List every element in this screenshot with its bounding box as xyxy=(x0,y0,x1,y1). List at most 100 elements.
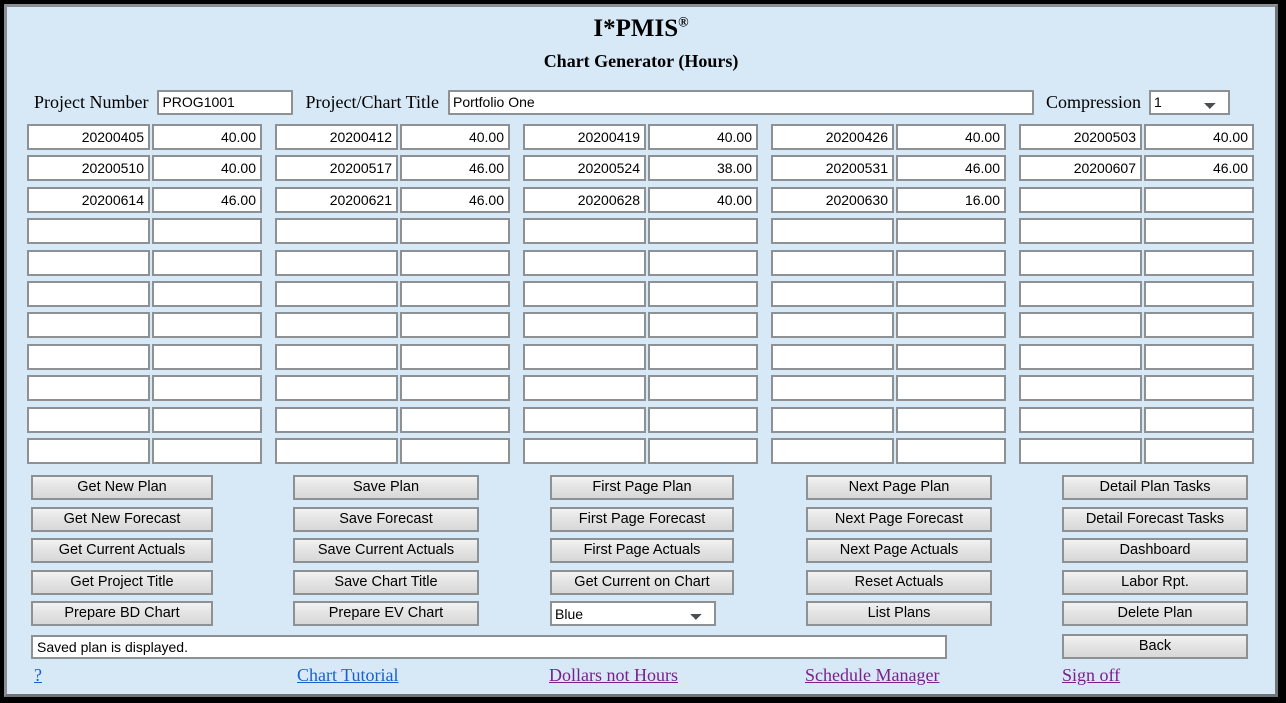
grid-date-cell[interactable] xyxy=(523,249,646,276)
grid-date-cell[interactable] xyxy=(275,186,398,213)
grid-hours-cell[interactable] xyxy=(152,249,262,276)
save-chart-title-button[interactable]: Save Chart Title xyxy=(293,569,479,595)
grid-date-cell[interactable] xyxy=(27,186,150,213)
grid-hours-cell[interactable] xyxy=(896,124,1006,150)
grid-date-cell[interactable] xyxy=(523,124,646,150)
chart-tutorial-link[interactable]: Chart Tutorial xyxy=(297,665,399,686)
grid-hours-cell[interactable] xyxy=(400,249,510,276)
grid-date-cell[interactable] xyxy=(27,312,150,339)
grid-date-cell[interactable] xyxy=(771,406,894,433)
grid-date-cell[interactable] xyxy=(523,155,646,182)
next-page-actuals-button[interactable]: Next Page Actuals xyxy=(806,538,992,563)
grid-hours-cell[interactable] xyxy=(648,437,758,464)
grid-hours-cell[interactable] xyxy=(648,218,758,245)
dollars-not-hours-link[interactable]: Dollars not Hours xyxy=(549,665,678,686)
grid-date-cell[interactable] xyxy=(27,280,150,307)
grid-hours-cell[interactable] xyxy=(648,312,758,339)
grid-hours-cell[interactable] xyxy=(1144,249,1254,276)
grid-hours-cell[interactable] xyxy=(648,249,758,276)
grid-hours-cell[interactable] xyxy=(896,155,1006,182)
delete-plan-button[interactable]: Delete Plan xyxy=(1062,601,1248,626)
grid-hours-cell[interactable] xyxy=(152,375,262,402)
grid-hours-cell[interactable] xyxy=(896,186,1006,213)
grid-hours-cell[interactable] xyxy=(1144,343,1254,370)
grid-date-cell[interactable] xyxy=(523,406,646,433)
grid-date-cell[interactable] xyxy=(1019,218,1142,245)
grid-date-cell[interactable] xyxy=(523,312,646,339)
grid-hours-cell[interactable] xyxy=(648,186,758,213)
grid-hours-cell[interactable] xyxy=(152,437,262,464)
prepare-bd-chart-button[interactable]: Prepare BD Chart xyxy=(31,601,213,626)
grid-date-cell[interactable] xyxy=(771,124,894,150)
grid-date-cell[interactable] xyxy=(27,343,150,370)
grid-date-cell[interactable] xyxy=(1019,375,1142,402)
grid-hours-cell[interactable] xyxy=(1144,406,1254,433)
grid-date-cell[interactable] xyxy=(771,312,894,339)
grid-hours-cell[interactable] xyxy=(400,124,510,150)
grid-hours-cell[interactable] xyxy=(648,280,758,307)
prepare-ev-chart-button[interactable]: Prepare EV Chart xyxy=(293,601,479,626)
grid-date-cell[interactable] xyxy=(1019,406,1142,433)
grid-date-cell[interactable] xyxy=(1019,437,1142,464)
grid-date-cell[interactable] xyxy=(27,375,150,402)
grid-date-cell[interactable] xyxy=(1019,124,1142,150)
grid-date-cell[interactable] xyxy=(523,437,646,464)
grid-hours-cell[interactable] xyxy=(152,186,262,213)
grid-hours-cell[interactable] xyxy=(400,437,510,464)
grid-hours-cell[interactable] xyxy=(152,124,262,150)
grid-date-cell[interactable] xyxy=(771,218,894,245)
next-page-plan-button[interactable]: Next Page Plan xyxy=(806,475,992,500)
grid-hours-cell[interactable] xyxy=(152,218,262,245)
grid-hours-cell[interactable] xyxy=(152,343,262,370)
detail-forecast-tasks-button[interactable]: Detail Forecast Tasks xyxy=(1062,506,1248,532)
grid-hours-cell[interactable] xyxy=(648,375,758,402)
grid-hours-cell[interactable] xyxy=(896,312,1006,339)
grid-date-cell[interactable] xyxy=(275,312,398,339)
grid-date-cell[interactable] xyxy=(275,155,398,182)
project-number-input[interactable] xyxy=(157,89,294,115)
get-current-on-chart-button[interactable]: Get Current on Chart xyxy=(550,569,734,595)
grid-hours-cell[interactable] xyxy=(648,406,758,433)
grid-hours-cell[interactable] xyxy=(1144,155,1254,182)
detail-plan-tasks-button[interactable]: Detail Plan Tasks xyxy=(1062,475,1248,500)
grid-date-cell[interactable] xyxy=(771,186,894,213)
get-project-title-button[interactable]: Get Project Title xyxy=(31,569,213,595)
grid-hours-cell[interactable] xyxy=(152,406,262,433)
first-page-forecast-button[interactable]: First Page Forecast xyxy=(550,506,734,532)
grid-hours-cell[interactable] xyxy=(896,375,1006,402)
grid-hours-cell[interactable] xyxy=(152,155,262,182)
get-new-forecast-button[interactable]: Get New Forecast xyxy=(31,506,213,532)
grid-date-cell[interactable] xyxy=(1019,312,1142,339)
labor-rpt-button[interactable]: Labor Rpt. xyxy=(1062,569,1248,595)
chart-color-select[interactable]: Blue xyxy=(550,601,716,626)
save-current-actuals-button[interactable]: Save Current Actuals xyxy=(293,538,479,563)
grid-hours-cell[interactable] xyxy=(896,218,1006,245)
grid-date-cell[interactable] xyxy=(771,343,894,370)
grid-date-cell[interactable] xyxy=(771,155,894,182)
grid-date-cell[interactable] xyxy=(523,375,646,402)
grid-date-cell[interactable] xyxy=(771,280,894,307)
grid-hours-cell[interactable] xyxy=(896,437,1006,464)
grid-date-cell[interactable] xyxy=(27,249,150,276)
grid-date-cell[interactable] xyxy=(1019,186,1142,213)
project-chart-title-input[interactable] xyxy=(447,89,1034,115)
grid-hours-cell[interactable] xyxy=(400,343,510,370)
next-page-forecast-button[interactable]: Next Page Forecast xyxy=(806,506,992,532)
grid-hours-cell[interactable] xyxy=(400,312,510,339)
grid-date-cell[interactable] xyxy=(27,406,150,433)
grid-date-cell[interactable] xyxy=(771,249,894,276)
grid-hours-cell[interactable] xyxy=(1144,312,1254,339)
grid-date-cell[interactable] xyxy=(771,437,894,464)
save-plan-button[interactable]: Save Plan xyxy=(293,475,479,500)
grid-hours-cell[interactable] xyxy=(1144,124,1254,150)
grid-hours-cell[interactable] xyxy=(1144,218,1254,245)
grid-hours-cell[interactable] xyxy=(1144,375,1254,402)
grid-date-cell[interactable] xyxy=(27,155,150,182)
grid-date-cell[interactable] xyxy=(1019,280,1142,307)
status-message-input[interactable] xyxy=(31,635,947,659)
grid-hours-cell[interactable] xyxy=(400,218,510,245)
grid-hours-cell[interactable] xyxy=(1144,437,1254,464)
sign-off-link[interactable]: Sign off xyxy=(1062,665,1120,686)
dashboard-button[interactable]: Dashboard xyxy=(1062,538,1248,563)
grid-date-cell[interactable] xyxy=(523,186,646,213)
